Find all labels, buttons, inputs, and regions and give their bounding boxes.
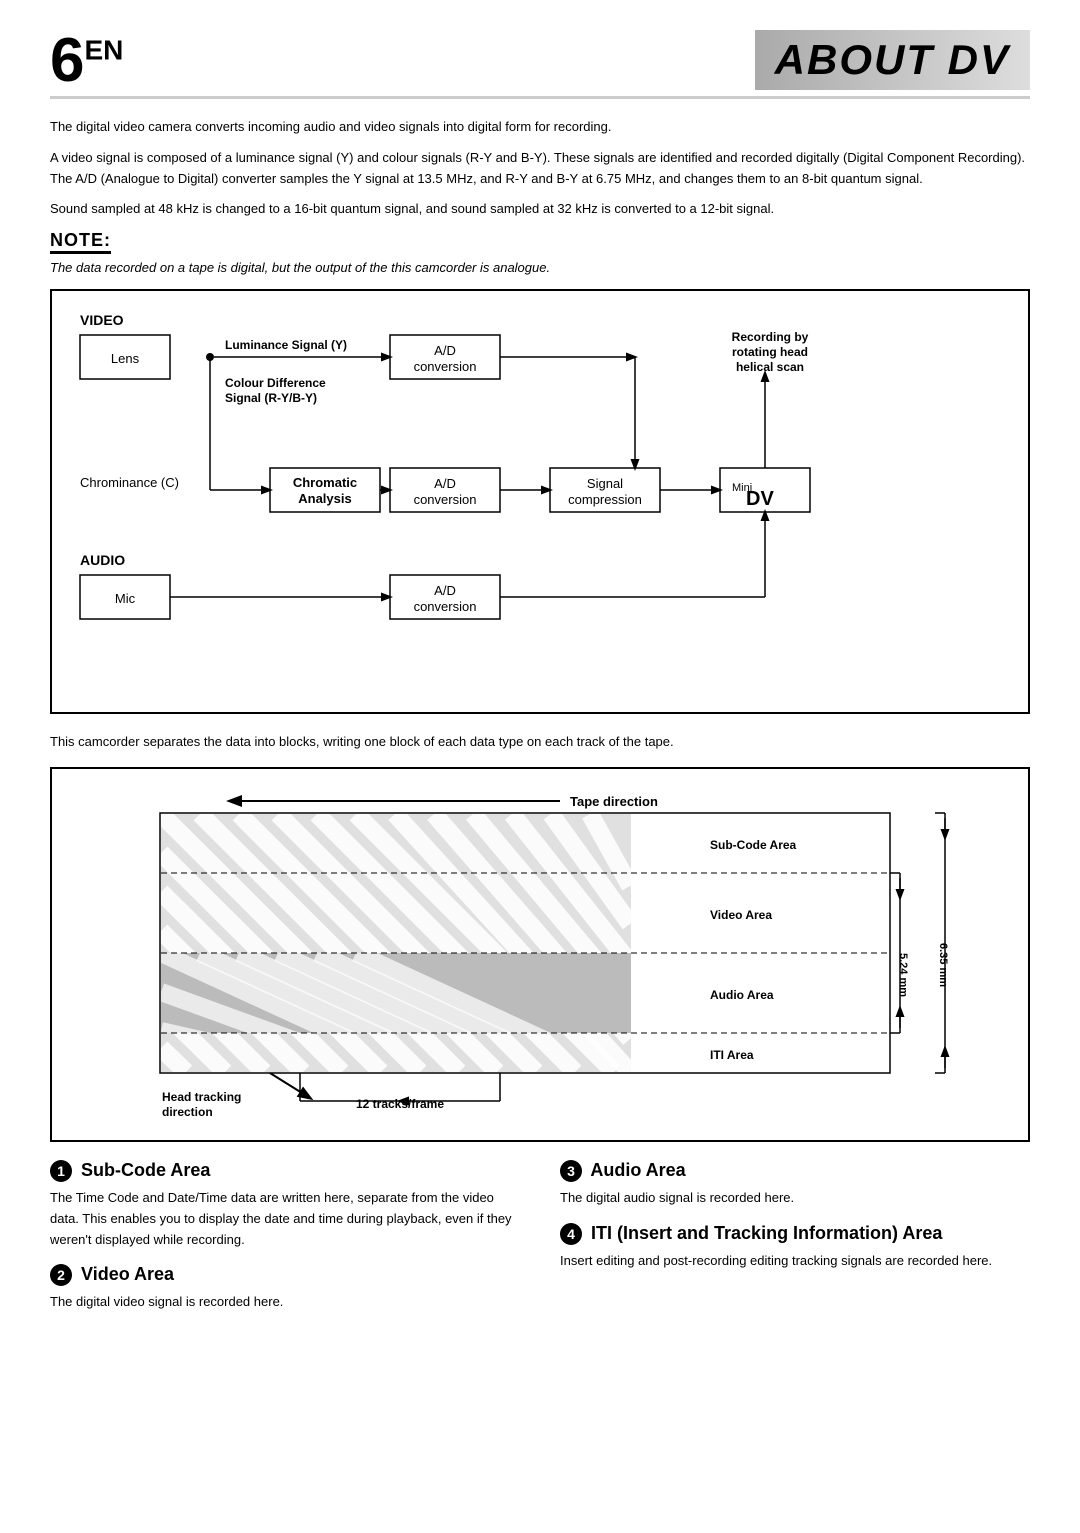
svg-text:Video Area: Video Area [710, 908, 772, 922]
svg-text:A/D: A/D [434, 476, 456, 491]
page-number: 6EN [50, 30, 123, 92]
section4-title: 4 ITI (Insert and Tracking Information) … [560, 1223, 1030, 1245]
svg-text:6.35 mm: 6.35 mm [937, 943, 949, 987]
signal-flow-diagram: VIDEO Lens Luminance Signal (Y) Colour D… [50, 289, 1030, 714]
section1-body: The Time Code and Date/Time data are wri… [50, 1188, 520, 1250]
note-section: NOTE: The data recorded on a tape is dig… [50, 230, 1030, 275]
svg-text:Signal: Signal [587, 476, 623, 491]
svg-text:rotating head: rotating head [732, 345, 808, 359]
svg-text:Colour Difference: Colour Difference [225, 376, 326, 390]
section4-body: Insert editing and post-recording editin… [560, 1251, 1030, 1272]
svg-text:Audio Area: Audio Area [710, 988, 774, 1002]
track-diagram: Tape direction [50, 767, 1030, 1142]
svg-text:Analysis: Analysis [298, 491, 351, 506]
signal-flow-svg: VIDEO Lens Luminance Signal (Y) Colour D… [70, 305, 1030, 695]
page-header: 6EN ABOUT DV [50, 30, 1030, 99]
svg-text:Recording by: Recording by [732, 330, 809, 344]
svg-text:helical scan: helical scan [736, 360, 804, 374]
svg-text:DV: DV [746, 488, 774, 510]
svg-text:Chromatic: Chromatic [293, 475, 357, 490]
svg-text:A/D: A/D [434, 343, 456, 358]
svg-text:ITI Area: ITI Area [710, 1048, 754, 1062]
svg-text:Mic: Mic [115, 591, 136, 606]
svg-text:Luminance Signal (Y): Luminance Signal (Y) [225, 338, 347, 352]
section2-body: The digital video signal is recorded her… [50, 1292, 520, 1313]
svg-text:compression: compression [568, 492, 642, 507]
section2-title: 2 Video Area [50, 1264, 520, 1286]
bottom-sections: 1 Sub-Code Area The Time Code and Date/T… [50, 1160, 1030, 1327]
svg-text:conversion: conversion [414, 599, 477, 614]
svg-text:Tape direction: Tape direction [570, 794, 658, 809]
svg-text:Signal (R-Y/B-Y): Signal (R-Y/B-Y) [225, 391, 317, 405]
svg-text:Sub-Code Area: Sub-Code Area [710, 838, 797, 852]
svg-text:conversion: conversion [414, 359, 477, 374]
intro-para2: A video signal is composed of a luminanc… [50, 148, 1030, 190]
bottom-left: 1 Sub-Code Area The Time Code and Date/T… [50, 1160, 520, 1327]
svg-text:VIDEO: VIDEO [80, 312, 124, 328]
svg-text:conversion: conversion [414, 492, 477, 507]
svg-text:Lens: Lens [111, 351, 140, 366]
page-title: ABOUT DV [755, 30, 1030, 90]
intro-para1: The digital video camera converts incomi… [50, 117, 1030, 138]
svg-text:AUDIO: AUDIO [80, 552, 125, 568]
bottom-right: 3 Audio Area The digital audio signal is… [560, 1160, 1030, 1327]
note-text: The data recorded on a tape is digital, … [50, 260, 1030, 275]
intro-para3: Sound sampled at 48 kHz is changed to a … [50, 199, 1030, 220]
track-svg: Tape direction [70, 783, 1030, 1123]
section3-body: The digital audio signal is recorded her… [560, 1188, 1030, 1209]
section3-title: 3 Audio Area [560, 1160, 1030, 1182]
svg-text:direction: direction [162, 1105, 213, 1119]
note-heading: NOTE: [50, 230, 111, 254]
svg-text:Chrominance (C): Chrominance (C) [80, 475, 179, 490]
svg-text:5.24 mm: 5.24 mm [897, 953, 909, 997]
section1-title: 1 Sub-Code Area [50, 1160, 520, 1182]
svg-text:12 tracks/frame: 12 tracks/frame [356, 1097, 444, 1111]
svg-text:Head tracking: Head tracking [162, 1090, 241, 1104]
between-text: This camcorder separates the data into b… [50, 732, 1030, 753]
svg-text:A/D: A/D [434, 583, 456, 598]
